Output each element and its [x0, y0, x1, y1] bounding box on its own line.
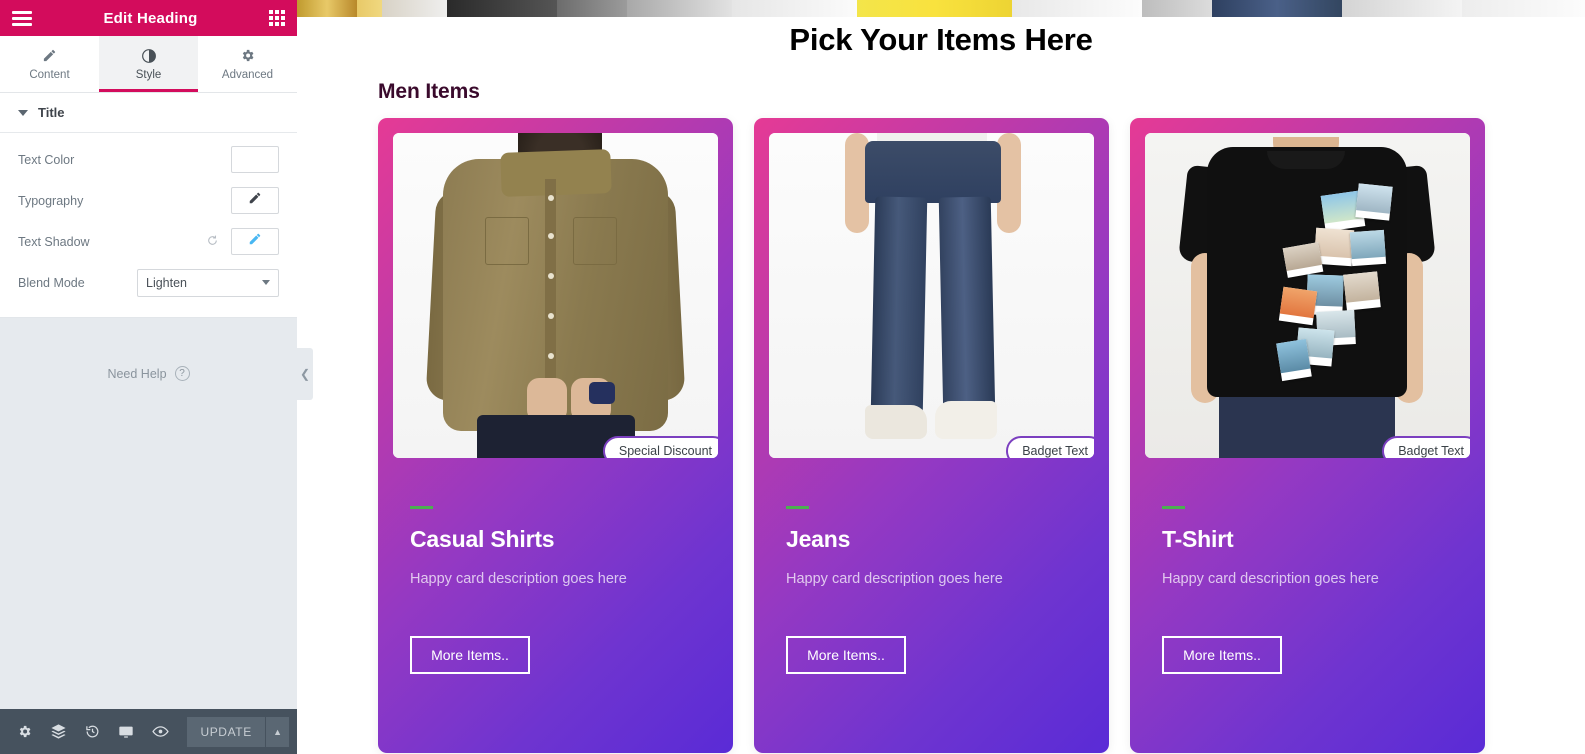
control-row-blend-mode: Blend Mode Lighten — [18, 262, 279, 303]
product-card-tshirt[interactable]: Badget Text T-Shirt Happy card descripti… — [1130, 118, 1485, 753]
text-shadow-label: Text Shadow — [18, 234, 90, 249]
card-more-items-button[interactable]: More Items.. — [1162, 636, 1282, 674]
tab-advanced[interactable]: Advanced — [198, 36, 297, 92]
hamburger-menu-icon[interactable] — [12, 10, 32, 26]
tab-content-label: Content — [29, 69, 70, 81]
panel-collapse-handle[interactable]: ❮ — [297, 348, 313, 400]
product-card-grid: Special Discount Casual Shirts Happy car… — [378, 118, 1585, 753]
card-more-items-button[interactable]: More Items.. — [410, 636, 530, 674]
jeans-photo-art — [769, 133, 1094, 458]
card-body: Jeans Happy card description goes here M… — [769, 458, 1094, 738]
settings-gear-icon[interactable] — [8, 709, 42, 754]
tab-advanced-label: Advanced — [221, 69, 274, 81]
card-body: T-Shirt Happy card description goes here… — [1145, 458, 1470, 738]
tshirt-photo-art — [1145, 133, 1470, 458]
question-mark-icon: ? — [174, 366, 190, 381]
card-badge[interactable]: Badget Text — [1006, 436, 1094, 458]
tab-style[interactable]: Style — [99, 36, 198, 92]
card-title: Casual Shirts — [410, 526, 555, 552]
typography-label: Typography — [18, 193, 84, 208]
reset-icon[interactable] — [206, 234, 219, 249]
tab-style-label: Style — [135, 69, 162, 81]
blend-mode-value: Lighten — [146, 275, 188, 290]
blend-mode-label: Blend Mode — [18, 275, 85, 290]
editor-root: Edit Heading Content Style Advanced Titl… — [0, 0, 1585, 754]
history-clock-icon[interactable] — [76, 709, 110, 754]
chevron-down-icon — [18, 109, 28, 116]
previous-section-image-strip — [297, 0, 1585, 17]
text-color-label: Text Color — [18, 152, 75, 167]
section-title-label: Title — [38, 105, 65, 120]
chevron-up-icon[interactable]: ▲ — [265, 716, 289, 747]
product-card-casual-shirts[interactable]: Special Discount Casual Shirts Happy car… — [378, 118, 733, 753]
panel-body: Need Help ? — [0, 318, 297, 709]
card-image-jeans: Badget Text — [769, 133, 1094, 458]
card-title: Jeans — [786, 526, 851, 552]
card-description: Happy card description goes here — [786, 571, 1003, 587]
editor-sidebar-panel: Edit Heading Content Style Advanced Titl… — [0, 0, 297, 754]
responsive-monitor-icon[interactable] — [109, 709, 143, 754]
card-description: Happy card description goes here — [1162, 571, 1379, 587]
style-controls: Text Color Typography Text Shadow Blend … — [0, 133, 297, 318]
page-canvas: Pick Your Items Here Men Items Special D… — [297, 0, 1585, 754]
pencil-icon — [42, 47, 57, 64]
card-title: T-Shirt — [1162, 526, 1234, 552]
page-title: Pick Your Items Here — [789, 22, 1093, 57]
preview-eye-icon[interactable] — [143, 709, 177, 754]
card-description: Happy card description goes here — [410, 571, 627, 587]
grid-apps-icon[interactable] — [269, 10, 285, 26]
card-image-casual-shirts: Special Discount — [393, 133, 718, 458]
panel-header: Edit Heading — [0, 0, 297, 36]
control-row-text-shadow: Text Shadow — [18, 221, 279, 262]
card-badge[interactable]: Badget Text — [1382, 436, 1470, 458]
layers-navigator-icon[interactable] — [42, 709, 76, 754]
text-color-swatch[interactable] — [231, 146, 279, 173]
text-shadow-edit-button[interactable] — [231, 228, 279, 255]
shirt-photo-art — [393, 133, 718, 458]
tab-content[interactable]: Content — [0, 36, 99, 92]
accent-divider — [786, 506, 809, 509]
card-body: Casual Shirts Happy card description goe… — [393, 458, 718, 738]
card-badge[interactable]: Special Discount — [602, 436, 718, 458]
product-card-jeans[interactable]: Badget Text Jeans Happy card description… — [754, 118, 1109, 753]
pencil-icon — [248, 191, 262, 210]
accent-divider — [1162, 506, 1185, 509]
chevron-down-icon — [262, 280, 270, 285]
gear-icon — [240, 47, 255, 64]
section-subtitle: Men Items — [378, 80, 480, 103]
need-help-label: Need Help — [107, 366, 167, 381]
control-row-text-color: Text Color — [18, 139, 279, 180]
card-image-tshirt: Badget Text — [1145, 133, 1470, 458]
section-header-title[interactable]: Title — [0, 93, 297, 133]
panel-tabs: Content Style Advanced — [0, 36, 297, 93]
update-button[interactable]: UPDATE — [187, 716, 266, 747]
pencil-icon — [248, 232, 262, 251]
panel-footer-toolbar: UPDATE ▲ — [0, 709, 297, 754]
contrast-circle-icon — [141, 47, 157, 64]
control-row-typography: Typography — [18, 180, 279, 221]
panel-title: Edit Heading — [103, 9, 198, 27]
blend-mode-select[interactable]: Lighten — [137, 268, 279, 297]
need-help-link[interactable]: Need Help ? — [0, 318, 297, 381]
typography-edit-button[interactable] — [231, 187, 279, 214]
accent-divider — [410, 506, 433, 509]
card-more-items-button[interactable]: More Items.. — [786, 636, 906, 674]
